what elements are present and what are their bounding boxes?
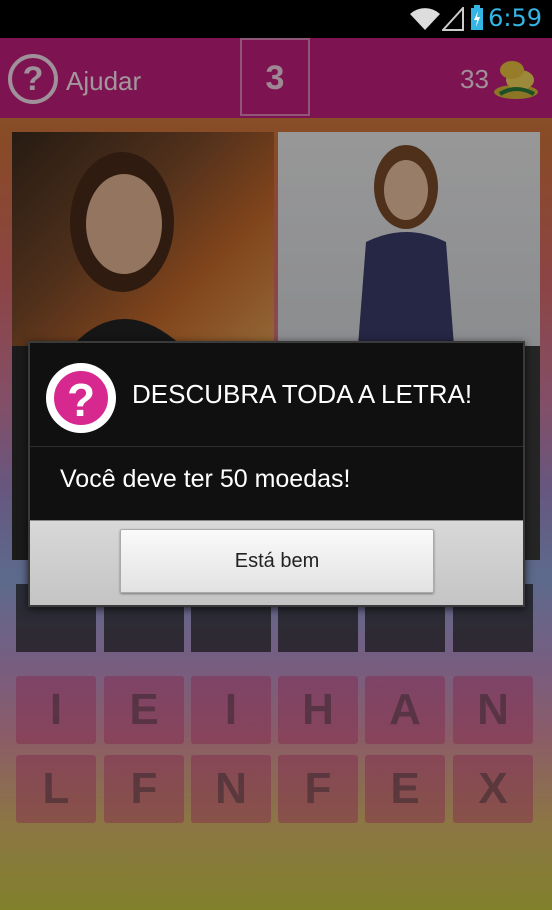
dialog-message: Você deve ter 50 moedas! bbox=[60, 465, 351, 493]
clock: 6:59 bbox=[488, 4, 542, 32]
signal-icon bbox=[442, 7, 464, 31]
alert-dialog: ? DESCUBRA TODA A LETRA! Você deve ter 5… bbox=[28, 341, 525, 607]
dialog-title: DESCUBRA TODA A LETRA! bbox=[132, 379, 473, 409]
battery-charging-icon bbox=[471, 5, 483, 30]
dialog-divider bbox=[30, 446, 523, 447]
dialog-button-bar: Está bem bbox=[30, 520, 523, 605]
question-mark-icon: ? bbox=[46, 363, 116, 433]
ok-button[interactable]: Está bem bbox=[120, 529, 434, 593]
status-bar: 6:59 bbox=[0, 0, 552, 38]
wifi-icon bbox=[410, 8, 440, 30]
